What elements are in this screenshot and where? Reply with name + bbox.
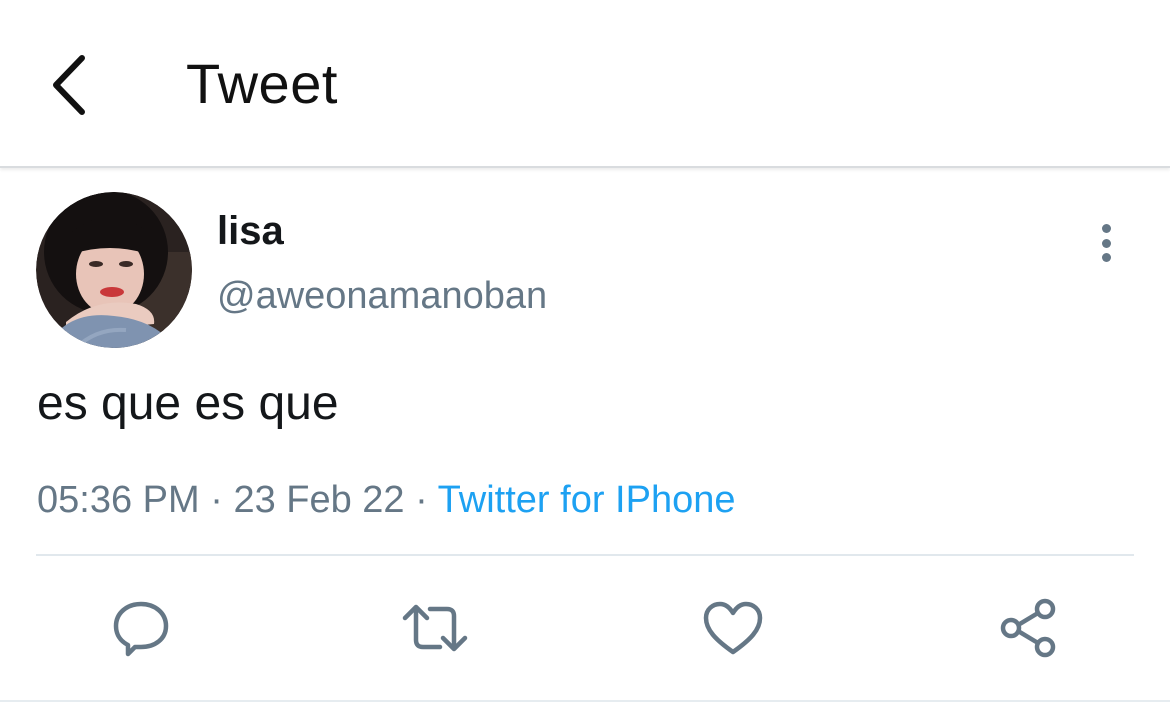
back-button[interactable] — [40, 52, 96, 118]
retweet-button[interactable] — [400, 596, 470, 660]
tweet-text: es que es que — [37, 377, 339, 430]
share-icon — [1000, 598, 1056, 658]
reply-button[interactable] — [106, 596, 176, 660]
top-bar: Tweet — [0, 0, 1170, 168]
retweet-icon — [402, 604, 468, 652]
more-vertical-icon — [1101, 224, 1111, 233]
meta-separator: · — [415, 479, 428, 521]
like-button[interactable] — [698, 596, 768, 660]
chevron-left-icon — [53, 55, 85, 115]
more-options-button[interactable] — [1088, 220, 1124, 266]
avatar[interactable] — [36, 192, 192, 348]
tweet-meta: 05:36 PM · 23 Feb 22 · Twitter for IPhon… — [37, 478, 735, 522]
author-name[interactable]: lisa — [217, 208, 284, 254]
tweet-date: 23 Feb 22 — [233, 479, 405, 521]
tweet-time: 05:36 PM — [37, 479, 200, 521]
author-handle[interactable]: @aweonamanoban — [217, 274, 547, 318]
meta-separator: · — [210, 479, 223, 521]
comment-icon — [113, 601, 169, 657]
share-button[interactable] — [994, 596, 1064, 660]
tweet-source-link[interactable]: Twitter for IPhone — [438, 479, 736, 521]
page-title: Tweet — [186, 52, 338, 115]
heart-icon — [703, 601, 763, 655]
divider — [36, 554, 1134, 556]
avatar-image — [36, 192, 192, 348]
divider — [0, 700, 1170, 702]
